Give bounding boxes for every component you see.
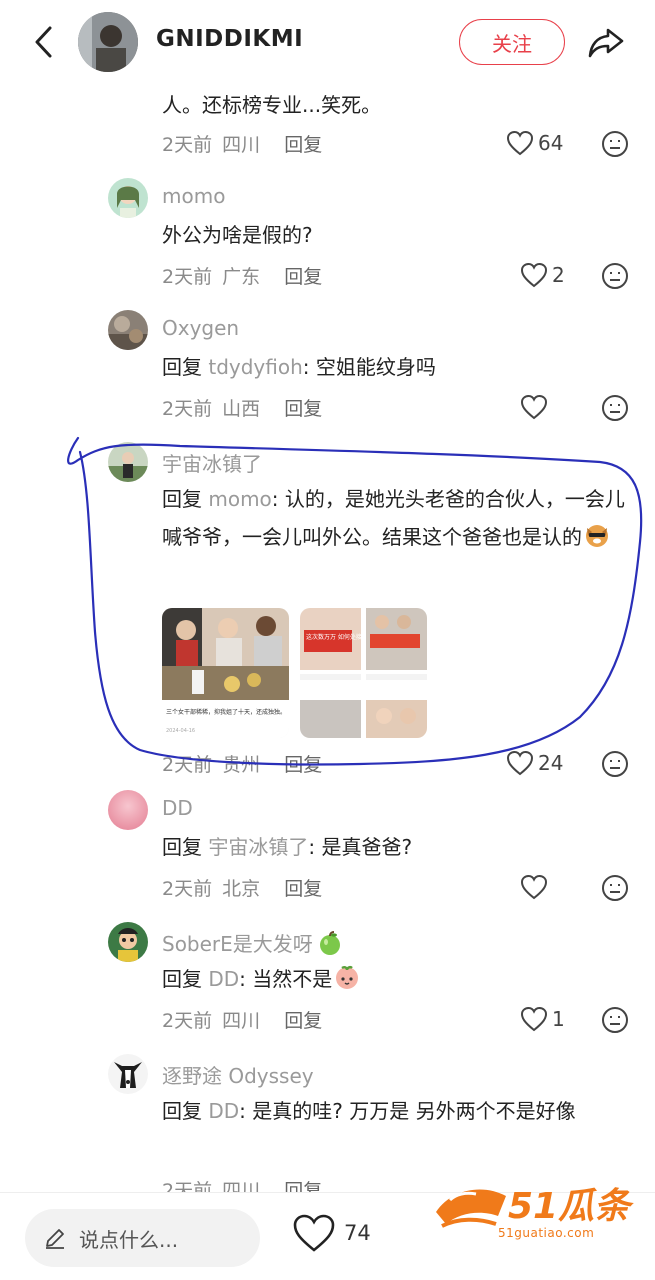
- like-count: 64: [538, 131, 564, 155]
- author-avatar[interactable]: [78, 12, 138, 72]
- svg-text:三个女干部稀稀，抑我姐了十天，还成独独。: 三个女干部稀稀，抑我姐了十天，还成独独。: [166, 708, 286, 716]
- emoji-reaction-icon[interactable]: [601, 130, 629, 158]
- emoji-reaction-icon[interactable]: [601, 394, 629, 422]
- emoji-reaction-icon[interactable]: [601, 1006, 629, 1034]
- heart-icon: [520, 874, 548, 900]
- post-like-count: 74: [344, 1221, 371, 1245]
- reply-button[interactable]: 回复: [284, 1010, 322, 1032]
- watermark-url: 51guatiao.com: [498, 1226, 595, 1240]
- commenter-avatar[interactable]: [108, 922, 148, 962]
- peach-emoji-icon: [334, 964, 360, 990]
- watermark-brand: 51瓜条: [508, 1186, 631, 1227]
- like-button[interactable]: 24: [506, 750, 563, 776]
- like-count: 2: [552, 263, 565, 287]
- commenter-avatar[interactable]: [108, 310, 148, 350]
- back-button[interactable]: [24, 22, 64, 62]
- svg-text:这次数万万 如何处接刷: 这次数万万 如何处接刷: [306, 633, 368, 641]
- reply-button[interactable]: 回复: [284, 754, 322, 776]
- comment-image-2[interactable]: 这次数万万 如何处接刷: [300, 608, 427, 738]
- author-name[interactable]: GNIDDIKMI: [156, 26, 303, 52]
- heart-icon: [506, 130, 534, 156]
- like-button[interactable]: [520, 394, 552, 420]
- comment-input[interactable]: 说点什么...: [25, 1209, 260, 1267]
- share-icon: [588, 28, 624, 58]
- comment-text: 回复 momo: 认的，是她光头老爸的合伙人，一会儿喊爷爷，一会儿叫外公。结果这…: [162, 487, 625, 549]
- comment-input-placeholder: 说点什么...: [79, 1227, 179, 1252]
- comment-meta: 2天前 四川 回复: [162, 130, 326, 157]
- green-apple-icon: [317, 930, 343, 956]
- comment-image-1[interactable]: 三个女干部稀稀，抑我姐了十天，还成独独。 2024-04-16: [162, 608, 289, 738]
- comment-time: 2天前: [162, 134, 213, 156]
- comment-time: 2天前: [162, 398, 213, 420]
- comment-location: 山西: [222, 398, 261, 420]
- comment-text: 回复 DD: 当然不是: [162, 960, 632, 998]
- reply-button[interactable]: 回复: [284, 266, 322, 288]
- like-button[interactable]: 2: [520, 262, 565, 288]
- emoji-reaction-icon[interactable]: [601, 750, 629, 778]
- comment-text: 外公为啥是假的?: [162, 223, 313, 247]
- comment-time: 2天前: [162, 266, 213, 288]
- comment-meta: 2天前 贵州 回复: [162, 750, 326, 777]
- comment-location: 四川: [222, 1010, 261, 1032]
- comment-images: 三个女干部稀稀，抑我姐了十天，还成独独。 2024-04-16 这次数万万 如何…: [162, 608, 427, 738]
- heart-icon: [506, 750, 534, 776]
- top-bar: GNIDDIKMI 关注: [0, 0, 655, 84]
- comment-text: 回复 DD: 是真的哇? 万万是 另外两个不是好像: [162, 1099, 576, 1123]
- comment-location: 贵州: [222, 754, 261, 776]
- heart-icon: [520, 262, 548, 288]
- heart-icon: [293, 1214, 335, 1252]
- comment-meta: 2天前 山西 回复: [162, 394, 326, 421]
- comment-meta: 2天前 广东 回复: [162, 262, 326, 289]
- comment-location: 北京: [222, 878, 261, 900]
- commenter-name[interactable]: 宇宙冰镇了: [162, 448, 262, 477]
- comment-meta: 2天前 北京 回复: [162, 874, 326, 901]
- reply-button[interactable]: 回复: [284, 134, 322, 156]
- reply-button[interactable]: 回复: [284, 398, 322, 420]
- commenter-avatar[interactable]: [108, 178, 148, 218]
- follow-button[interactable]: 关注: [459, 19, 565, 65]
- heart-icon: [520, 394, 548, 420]
- pencil-icon: [46, 1229, 64, 1249]
- like-button[interactable]: [520, 874, 552, 900]
- commenter-avatar[interactable]: [108, 790, 148, 830]
- heart-icon: [520, 1006, 548, 1032]
- comment-text: 回复 tdydyfioh: 空姐能纹身吗: [162, 355, 436, 379]
- like-count: 1: [552, 1007, 565, 1031]
- commenter-name[interactable]: Oxygen: [162, 316, 239, 340]
- like-button[interactable]: 64: [506, 130, 563, 156]
- svg-text:2024-04-16: 2024-04-16: [166, 728, 195, 734]
- dog-emoji-icon: [584, 522, 610, 548]
- comment-location: 四川: [222, 134, 261, 156]
- post-like-button[interactable]: 74: [292, 1213, 371, 1253]
- comment-location: 广东: [222, 266, 261, 288]
- comment-time: 2天前: [162, 1010, 213, 1032]
- commenter-avatar[interactable]: [108, 442, 148, 482]
- emoji-reaction-icon[interactable]: [601, 262, 629, 290]
- comment-meta: 2天前 四川 回复: [162, 1006, 326, 1033]
- comment-time: 2天前: [162, 878, 213, 900]
- like-count: 24: [538, 751, 564, 775]
- commenter-name[interactable]: DD: [162, 796, 193, 820]
- commenter-avatar[interactable]: [108, 1054, 148, 1094]
- like-button[interactable]: 1: [520, 1006, 565, 1032]
- commenter-name[interactable]: momo: [162, 184, 225, 208]
- reply-button[interactable]: 回复: [284, 878, 322, 900]
- share-button[interactable]: [586, 22, 626, 62]
- comment-text: 回复 宇宙冰镇了: 是真爸爸?: [162, 835, 413, 859]
- comment-text: 人。还标榜专业...笑死。: [162, 93, 382, 117]
- comment-time: 2天前: [162, 754, 213, 776]
- commenter-name[interactable]: SoberE是大发呀: [162, 928, 343, 957]
- chevron-left-icon: [35, 26, 52, 58]
- commenter-name[interactable]: 逐野途 Odyssey: [162, 1060, 314, 1089]
- emoji-reaction-icon[interactable]: [601, 874, 629, 902]
